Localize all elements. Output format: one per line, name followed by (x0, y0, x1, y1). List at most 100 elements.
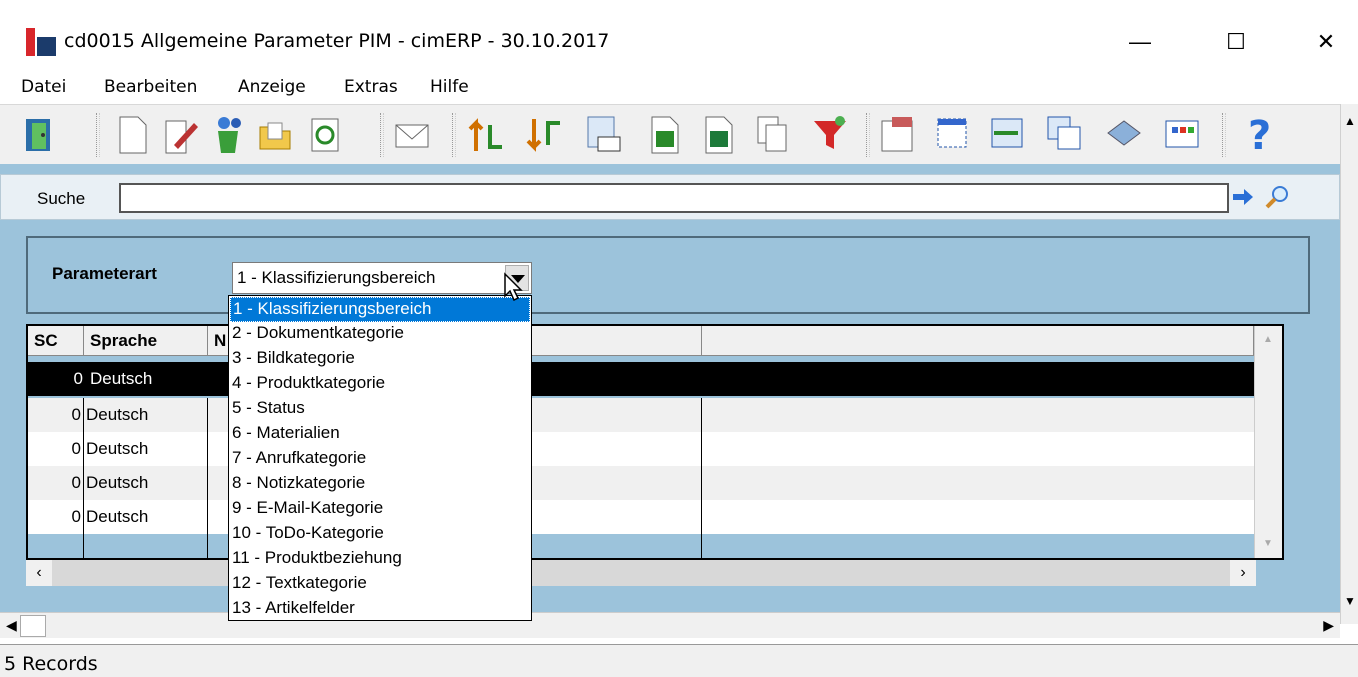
table-row[interactable]: 0 Deutsch (28, 432, 1254, 466)
scroll-up-icon[interactable]: ▲ (1263, 334, 1273, 345)
dropdown-option[interactable]: 3 - Bildkategorie (230, 347, 530, 372)
number-format-icon[interactable] (584, 113, 624, 155)
export-icon[interactable] (644, 113, 684, 155)
excel-icon[interactable] (698, 113, 738, 155)
help-icon[interactable]: ? (1242, 113, 1282, 155)
cell-sc: 0 (28, 362, 84, 396)
svg-text:?: ? (1248, 113, 1271, 155)
table-row[interactable]: 0 Deutsch (28, 398, 1254, 432)
grid-horizontal-scrollbar[interactable]: ‹ › (26, 560, 1256, 586)
scroll-down-icon[interactable]: ▼ (1263, 538, 1273, 549)
dropdown-option[interactable]: 4 - Produktkategorie (230, 372, 530, 397)
minimize-button[interactable]: — (1110, 18, 1170, 66)
close-button[interactable]: ✕ (1296, 18, 1356, 66)
dropdown-option[interactable]: 13 - Artikelfelder (230, 597, 530, 619)
scroll-left-icon[interactable]: ‹ (26, 560, 52, 586)
cell-extra (702, 500, 1254, 534)
mail-icon[interactable] (392, 113, 432, 155)
scroll-right-icon[interactable]: › (1230, 560, 1256, 586)
app-icon (26, 28, 56, 56)
dropdown-option[interactable]: 2 - Dokumentkategorie (230, 322, 530, 347)
toolbar-separator (452, 113, 456, 157)
status-bar: 5 Records (0, 644, 1358, 677)
transfer-icon[interactable] (988, 113, 1028, 155)
column-header-sprache[interactable]: Sprache (84, 326, 208, 356)
arrow-right-icon[interactable] (1231, 185, 1255, 209)
main-pane: Suche Parameterart 1 - Klassifizierungsb… (0, 164, 1340, 612)
toolbar-separator (866, 113, 870, 157)
search-input[interactable] (119, 183, 1229, 213)
grid-vertical-scrollbar[interactable]: ▲ ▼ (1254, 326, 1282, 558)
menu-datei[interactable]: Datei (21, 77, 66, 97)
sort-descending-icon[interactable] (524, 113, 564, 155)
parameterart-dropdown-list: 1 - Klassifizierungsbereich 2 - Dokument… (228, 295, 532, 621)
cell-sc (28, 534, 84, 558)
cell-sc: 0 (28, 432, 84, 466)
toolbar: ? (0, 104, 1340, 164)
toolbar-separator (96, 113, 100, 157)
table-row[interactable]: 0 Deutsch (28, 500, 1254, 534)
cell-sprache: Deutsch (84, 500, 208, 534)
toolbar-separator (380, 113, 384, 157)
exit-icon[interactable] (18, 113, 58, 155)
search-bar: Suche (0, 174, 1340, 220)
menu-extras[interactable]: Extras (344, 77, 398, 97)
sort-ascending-icon[interactable] (466, 113, 506, 155)
recycle-icon[interactable] (208, 113, 248, 155)
properties-icon[interactable] (878, 113, 918, 155)
maximize-button[interactable]: ☐ (1206, 18, 1266, 66)
table-row[interactable]: 0 Deutsch (28, 362, 1254, 396)
cell-extra (702, 432, 1254, 466)
copy-icon[interactable] (752, 113, 792, 155)
scroll-right-icon[interactable]: ▶ (1323, 617, 1334, 634)
parameter-grid: SC Sprache N 0 Deutsch 0 Deutsch 0 Deuts… (26, 324, 1284, 560)
filter-icon[interactable] (810, 113, 850, 155)
column-header-sc[interactable]: SC (28, 326, 84, 356)
scroll-up-icon[interactable]: ▲ (1341, 114, 1358, 132)
dropdown-option[interactable]: 7 - Anrufkategorie (230, 447, 530, 472)
record-count: 5 Records (4, 653, 98, 675)
column-header-extra[interactable] (702, 326, 1254, 356)
cell-extra (702, 398, 1254, 432)
window-vertical-scrollbar[interactable]: ▲ ▼ (1340, 104, 1358, 624)
table-row[interactable]: 0 Deutsch (28, 466, 1254, 500)
grid-body: SC Sprache N 0 Deutsch 0 Deutsch 0 Deuts… (28, 326, 1254, 558)
edit-icon[interactable] (160, 113, 200, 155)
cell-sprache: Deutsch (84, 432, 208, 466)
toolbar-separator (1222, 113, 1226, 157)
new-document-icon[interactable] (112, 113, 152, 155)
cell-extra (702, 466, 1254, 500)
cell-sprache: Deutsch (84, 398, 208, 432)
parameterart-combobox[interactable]: 1 - Klassifizierungsbereich (232, 262, 532, 294)
search-icon[interactable] (1263, 183, 1291, 211)
dropdown-option[interactable]: 1 - Klassifizierungsbereich (230, 297, 530, 322)
refresh-icon[interactable] (304, 113, 344, 155)
windows-icon[interactable] (1044, 113, 1084, 155)
window-horizontal-scrollbar[interactable]: ◀ ▶ (0, 612, 1340, 638)
open-folder-icon[interactable] (256, 113, 296, 155)
scrollbar-thumb[interactable] (20, 615, 46, 637)
book-icon[interactable] (1104, 113, 1144, 155)
menu-bearbeiten[interactable]: Bearbeiten (104, 77, 197, 97)
scroll-left-icon[interactable]: ◀ (6, 617, 17, 634)
cell-sprache: Deutsch (84, 466, 208, 500)
dropdown-option[interactable]: 12 - Textkategorie (230, 572, 530, 597)
dropdown-option[interactable]: 10 - ToDo-Kategorie (230, 522, 530, 547)
dropdown-option[interactable]: 9 - E-Mail-Kategorie (230, 497, 530, 522)
cell-sc: 0 (28, 466, 84, 500)
dropdown-option[interactable]: 11 - Produktbeziehung (230, 547, 530, 572)
menu-anzeige[interactable]: Anzeige (238, 77, 306, 97)
grid-view-icon[interactable] (1162, 113, 1202, 155)
menu-hilfe[interactable]: Hilfe (430, 77, 469, 97)
parameterart-label: Parameterart (52, 264, 157, 283)
cell-sprache: Deutsch (88, 362, 208, 396)
dropdown-option[interactable]: 6 - Materialien (230, 422, 530, 447)
dropdown-option[interactable]: 8 - Notizkategorie (230, 472, 530, 497)
dropdown-option[interactable]: 5 - Status (230, 397, 530, 422)
search-label: Suche (37, 189, 86, 208)
table-row-empty (28, 534, 1254, 558)
scroll-down-icon[interactable]: ▼ (1341, 594, 1358, 612)
new-window-icon[interactable] (934, 113, 974, 155)
cell-sc: 0 (28, 500, 84, 534)
cell-sprache (84, 534, 208, 558)
